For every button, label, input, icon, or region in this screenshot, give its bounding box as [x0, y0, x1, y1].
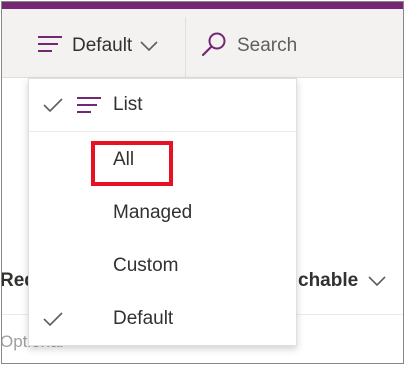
- menu-item-managed-label: Managed: [113, 201, 193, 223]
- search-label: Search: [237, 35, 298, 56]
- screenshot-frame: Default Search Req chable Optional: [1, 1, 404, 364]
- menu-divider: [29, 131, 296, 132]
- view-lines-icon: [38, 35, 62, 58]
- menu-item-custom[interactable]: Custom: [29, 239, 296, 292]
- menu-item-default[interactable]: Default: [29, 292, 296, 345]
- chevron-down-icon: [368, 275, 386, 287]
- view-dropdown-menu: List All Managed Custom Default: [28, 78, 297, 346]
- menu-item-custom-label: Custom: [113, 254, 179, 276]
- menu-item-managed[interactable]: Managed: [29, 186, 296, 239]
- view-selector-label: Default: [72, 35, 133, 56]
- menu-item-default-label: Default: [113, 307, 174, 329]
- search-icon: [201, 31, 227, 62]
- list-lines-icon: [77, 96, 101, 114]
- menu-item-list[interactable]: List: [29, 79, 296, 131]
- checkmark-icon: [43, 311, 63, 326]
- highlight-annotation-box: [91, 141, 173, 186]
- accent-bar: [2, 2, 403, 9]
- view-selector-button[interactable]: Default: [38, 33, 158, 59]
- checkmark-icon: [43, 98, 63, 112]
- menu-item-list-label: List: [113, 94, 143, 115]
- column-header-searchable-label: chable: [298, 270, 359, 291]
- search-button[interactable]: Search: [201, 31, 298, 62]
- column-header-searchable[interactable]: chable: [298, 270, 386, 292]
- command-bar-divider: [185, 17, 186, 77]
- chevron-down-icon: [140, 40, 158, 52]
- command-bar: Default Search: [2, 9, 403, 78]
